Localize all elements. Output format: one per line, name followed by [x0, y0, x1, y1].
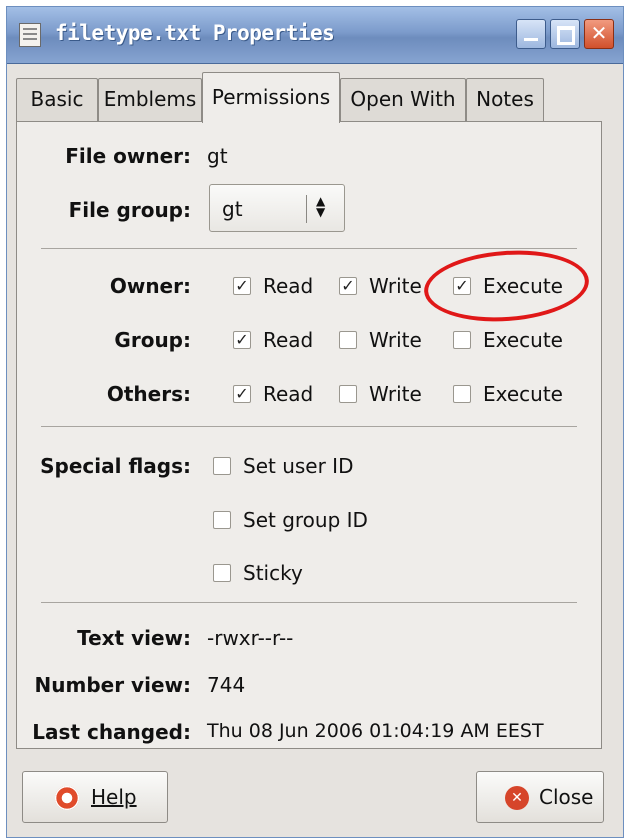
tab-open-with[interactable]: Open With	[340, 78, 466, 122]
owner-write-label: Write	[369, 274, 422, 298]
minimize-button[interactable]	[516, 19, 546, 49]
close-window-button[interactable]: ✕	[584, 19, 614, 49]
set-user-id-label: Set user ID	[243, 454, 354, 478]
group-read-label: Read	[263, 328, 314, 352]
combo-divider	[306, 195, 307, 223]
number-view-value: 744	[207, 673, 246, 697]
last-changed-label: Last changed:	[32, 720, 191, 744]
tab-notes[interactable]: Notes	[466, 78, 544, 122]
file-owner-label: File owner:	[65, 144, 191, 168]
text-view-value: -rwxr--r--	[207, 626, 294, 650]
file-group-label: File group:	[68, 198, 191, 222]
tab-basic[interactable]: Basic	[16, 78, 98, 122]
owner-read-checkbox[interactable]: ✓	[233, 277, 251, 295]
others-execute-label: Execute	[483, 382, 563, 406]
others-perm-label: Others:	[106, 382, 191, 406]
set-user-id-checkbox[interactable]	[213, 457, 231, 475]
help-button-label: Help	[91, 785, 137, 809]
file-group-combo[interactable]: gt ▲ ▼	[209, 184, 345, 232]
owner-perm-label: Owner:	[109, 274, 191, 298]
window-title: filetype.txt Properties	[55, 21, 335, 45]
last-changed-value: Thu 08 Jun 2006 01:04:19 AM EEST	[207, 720, 544, 742]
others-read-checkbox[interactable]: ✓	[233, 385, 251, 403]
text-view-label: Text view:	[77, 626, 191, 650]
tab-emblems[interactable]: Emblems	[98, 78, 202, 122]
others-execute-checkbox[interactable]	[453, 385, 471, 403]
special-flags-label: Special flags:	[40, 454, 191, 478]
tab-permissions[interactable]: Permissions	[202, 72, 340, 123]
close-button-label: Close	[539, 785, 594, 809]
group-write-label: Write	[369, 328, 422, 352]
separator	[41, 248, 577, 249]
separator	[41, 426, 577, 427]
group-perm-label: Group:	[114, 328, 191, 352]
separator	[41, 602, 577, 603]
updown-arrow-icon: ▲ ▼	[316, 194, 326, 219]
close-button[interactable]: ✕ Close	[476, 771, 604, 823]
lifebuoy-icon	[55, 786, 79, 810]
sticky-label: Sticky	[243, 561, 303, 585]
others-write-checkbox[interactable]	[339, 385, 357, 403]
document-icon	[19, 23, 41, 47]
help-button[interactable]: Help	[22, 771, 168, 823]
close-circle-icon: ✕	[505, 786, 529, 810]
group-execute-checkbox[interactable]	[453, 331, 471, 349]
permissions-panel: File owner: gt File group: gt ▲ ▼ Owner: …	[16, 121, 602, 749]
group-write-checkbox[interactable]	[339, 331, 357, 349]
group-read-checkbox[interactable]: ✓	[233, 331, 251, 349]
group-execute-label: Execute	[483, 328, 563, 352]
others-read-label: Read	[263, 382, 314, 406]
title-bar[interactable]: filetype.txt Properties ✕	[7, 7, 623, 64]
set-group-id-label: Set group ID	[243, 508, 368, 532]
sticky-checkbox[interactable]	[213, 564, 231, 582]
number-view-label: Number view:	[34, 673, 191, 697]
file-group-value: gt	[222, 197, 243, 221]
file-owner-value: gt	[207, 144, 228, 168]
owner-read-label: Read	[263, 274, 314, 298]
close-icon: ✕	[590, 21, 608, 45]
owner-write-checkbox[interactable]: ✓	[339, 277, 357, 295]
others-write-label: Write	[369, 382, 422, 406]
maximize-button[interactable]	[550, 19, 580, 49]
set-group-id-checkbox[interactable]	[213, 511, 231, 529]
